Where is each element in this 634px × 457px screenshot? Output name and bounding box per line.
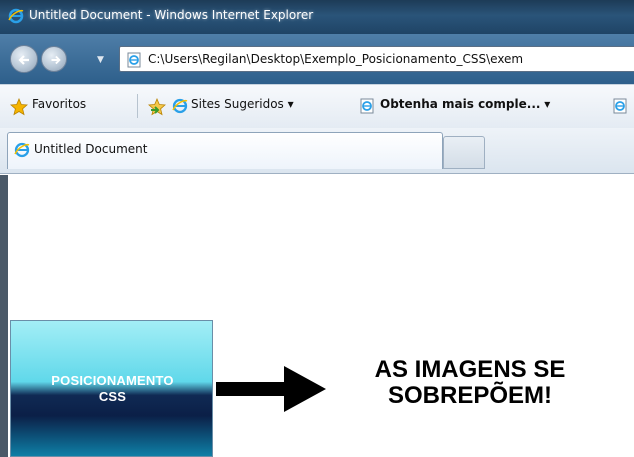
tab-untitled-document[interactable]: Untitled Document bbox=[7, 132, 443, 169]
ie-logo-icon bbox=[14, 142, 30, 158]
message-line2: SOBREPÕEM! bbox=[387, 382, 552, 409]
favorites-bar: Favoritos Sites Sugeridos ▾ Obtenha mais… bbox=[0, 84, 634, 128]
positioning-css-image: POSICIONAMENTO CSS bbox=[10, 320, 213, 457]
window-frame-edge bbox=[0, 175, 8, 457]
tab-bar: Untitled Document bbox=[0, 128, 634, 174]
page-icon[interactable] bbox=[612, 98, 628, 114]
title-bar: Untitled Document - Windows Internet Exp… bbox=[0, 0, 634, 34]
get-more-addons-button[interactable]: Obtenha mais comple... ▾ bbox=[380, 97, 550, 111]
ie-logo-icon bbox=[8, 8, 24, 24]
page-icon bbox=[360, 98, 374, 114]
box-title-line2: CSS bbox=[98, 389, 127, 404]
address-bar[interactable]: C:\Users\Regilan\Desktop\Exemplo_Posicio… bbox=[119, 46, 634, 72]
back-button[interactable] bbox=[10, 45, 38, 73]
page-icon bbox=[127, 52, 141, 68]
forward-button[interactable] bbox=[41, 46, 67, 72]
history-dropdown-icon[interactable]: ▼ bbox=[97, 55, 104, 65]
get-more-addons-label: Obtenha mais comple... bbox=[380, 97, 541, 111]
overlap-message: AS IMAGENS SE SOBREPÕEM! bbox=[320, 357, 620, 409]
forward-arrow-icon bbox=[51, 55, 61, 65]
chevron-down-icon: ▾ bbox=[544, 97, 551, 111]
address-url: C:\Users\Regilan\Desktop\Exemplo_Posicio… bbox=[148, 52, 524, 66]
add-favorite-icon[interactable] bbox=[148, 98, 166, 116]
back-arrow-icon bbox=[18, 55, 29, 65]
tab-label: Untitled Document bbox=[34, 142, 148, 156]
window-title: Untitled Document - Windows Internet Exp… bbox=[29, 8, 314, 22]
favorites-button[interactable]: Favoritos bbox=[32, 97, 86, 111]
ie-logo-icon bbox=[172, 98, 188, 114]
right-arrow-icon bbox=[216, 366, 326, 412]
navigation-bar: ▼ C:\Users\Regilan\Desktop\Exemplo_Posic… bbox=[0, 34, 634, 84]
suggested-sites-button[interactable]: Sites Sugeridos ▾ bbox=[191, 97, 294, 111]
message-line1: AS IMAGENS SE bbox=[374, 356, 566, 383]
toolbar-separator bbox=[137, 94, 138, 118]
box-title-line1: POSICIONAMENTO bbox=[51, 373, 174, 388]
new-tab-button[interactable] bbox=[443, 136, 485, 169]
star-icon[interactable] bbox=[10, 98, 28, 116]
